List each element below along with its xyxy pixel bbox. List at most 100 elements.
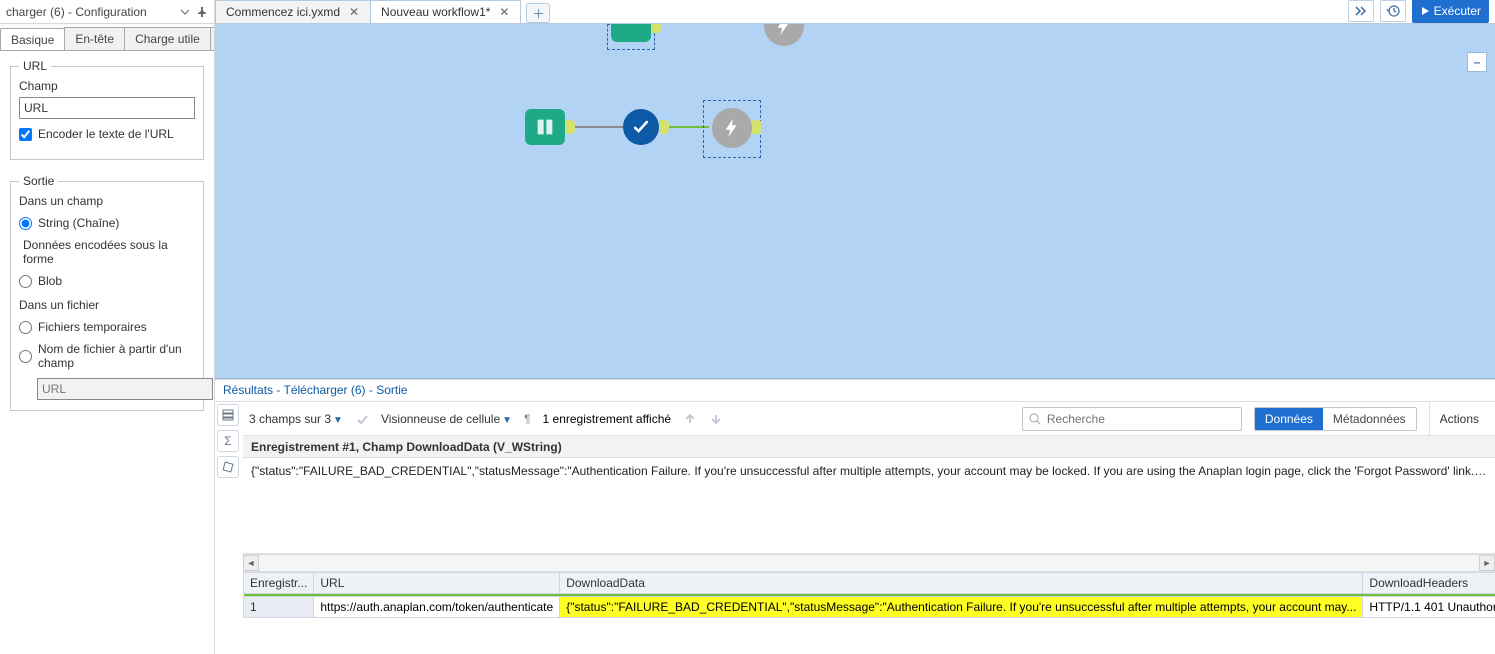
anchor-out[interactable] xyxy=(752,120,762,134)
tab-charge-utile[interactable]: Charge utile xyxy=(124,27,211,50)
results-search[interactable] xyxy=(1022,407,1242,431)
play-icon xyxy=(1420,6,1430,16)
col-downloadheaders[interactable]: DownloadHeaders xyxy=(1363,572,1495,593)
run-button[interactable]: Exécuter xyxy=(1412,0,1489,23)
shape-icon[interactable] xyxy=(217,456,239,478)
to-field-label: Dans un champ xyxy=(19,194,195,208)
configuration-panel: charger (6) - Configuration Basique En-t… xyxy=(0,0,215,654)
cell-viewer[interactable]: Visionneuse de cellule▼ xyxy=(381,412,512,426)
tab-entete[interactable]: En-tête xyxy=(64,27,125,50)
scroll-left-icon[interactable]: ◄ xyxy=(243,555,259,571)
config-body: URL Champ Encoder le texte de l'URL Sort… xyxy=(0,51,214,435)
results-title-anchor: Sortie xyxy=(376,383,407,397)
close-icon[interactable]: ✕ xyxy=(498,6,510,18)
tool-input-top[interactable] xyxy=(611,24,651,42)
arrow-up-icon[interactable] xyxy=(683,412,697,426)
radio-string-row[interactable]: String (Chaîne) xyxy=(19,216,195,230)
url-field-label: Champ xyxy=(19,79,195,93)
results-search-input[interactable] xyxy=(1047,412,1235,426)
collapse-button[interactable]: – xyxy=(1467,52,1487,72)
radio-blob[interactable] xyxy=(19,275,32,288)
seg-metadata[interactable]: Métadonnées xyxy=(1323,408,1416,430)
connector xyxy=(575,126,623,128)
encode-url-row[interactable]: Encoder le texte de l'URL xyxy=(19,127,195,141)
close-icon[interactable]: ✕ xyxy=(348,6,360,18)
record-body: {"status":"FAILURE_BAD_CREDENTIAL","stat… xyxy=(243,458,1495,554)
anchor-out[interactable] xyxy=(565,120,575,134)
radio-temp-row[interactable]: Fichiers temporaires xyxy=(19,320,195,334)
fields-count[interactable]: 3 champs sur 3▼ xyxy=(249,412,343,426)
doctab-nouveau-workflow[interactable]: Nouveau workflow1* ✕ xyxy=(370,0,521,23)
radio-temp-label: Fichiers temporaires xyxy=(38,320,147,334)
seg-data[interactable]: Données xyxy=(1255,408,1323,430)
workflow-canvas[interactable]: – xyxy=(215,24,1495,379)
results-title: Résultats - Télécharger (6) - Sortie xyxy=(215,380,1495,402)
col-url[interactable]: URL xyxy=(314,572,560,593)
radio-string[interactable] xyxy=(19,217,32,230)
tab-basique[interactable]: Basique xyxy=(0,28,65,50)
history-button[interactable] xyxy=(1380,0,1406,22)
run-button-label: Exécuter xyxy=(1434,4,1481,18)
url-field-input[interactable] xyxy=(19,97,195,119)
work-area: Commencez ici.yxmd ✕ Nouveau workflow1* … xyxy=(215,0,1495,654)
url-legend: URL xyxy=(19,59,51,73)
results-toolbar: 3 champs sur 3▼ Visionneuse de cellule▼ … xyxy=(243,402,1495,436)
lightning-icon xyxy=(773,24,795,37)
filename-field-input xyxy=(37,378,213,400)
history-icon xyxy=(1386,4,1400,18)
col-record[interactable]: Enregistr... xyxy=(244,572,314,593)
new-tab-button[interactable]: ＋ xyxy=(526,3,550,23)
tab-connexion[interactable]: Connexion xyxy=(210,27,214,50)
check-icon xyxy=(631,117,651,137)
tool-select[interactable] xyxy=(623,109,659,145)
tool-download-top[interactable] xyxy=(764,24,804,46)
check-icon xyxy=(355,412,369,426)
output-legend: Sortie xyxy=(19,174,58,188)
actions-menu[interactable]: Actions xyxy=(1429,402,1489,436)
radio-blob-label: Blob xyxy=(38,274,62,288)
data-meta-segment: Données Métadonnées xyxy=(1254,407,1417,431)
radio-filename-label: Nom de fichier à partir d'un champ xyxy=(38,342,195,370)
table-row[interactable]: 1 https://auth.anaplan.com/token/authent… xyxy=(244,596,1495,617)
grid-header-row: Enregistr... URL DownloadData DownloadHe… xyxy=(244,572,1495,593)
tool-download-selected[interactable] xyxy=(712,108,752,148)
doctab-label: Nouveau workflow1* xyxy=(381,5,490,19)
results-side-icons: Σ xyxy=(215,402,241,654)
results-panel: Résultats - Télécharger (6) - Sortie Σ 3… xyxy=(215,379,1495,654)
anchor-out[interactable] xyxy=(651,24,661,33)
tool-text-input[interactable] xyxy=(525,109,565,145)
radio-filename[interactable] xyxy=(19,350,32,363)
chevron-down-icon[interactable] xyxy=(180,7,190,17)
overflow-button[interactable] xyxy=(1348,0,1374,22)
radio-blob-row[interactable]: Blob xyxy=(19,274,195,288)
pin-icon[interactable] xyxy=(196,6,208,18)
col-downloaddata[interactable]: DownloadData xyxy=(560,572,1363,593)
record-value[interactable]: {"status":"FAILURE_BAD_CREDENTIAL","stat… xyxy=(251,464,1487,478)
horizontal-scrollbar[interactable]: ◄ ► xyxy=(243,554,1495,572)
rows-icon[interactable] xyxy=(217,404,239,426)
doctab-commencez-ici[interactable]: Commencez ici.yxmd ✕ xyxy=(215,0,371,23)
cell-downloaddata[interactable]: {"status":"FAILURE_BAD_CREDENTIAL","stat… xyxy=(560,596,1363,617)
radio-temp[interactable] xyxy=(19,321,32,334)
chevrons-right-icon xyxy=(1354,5,1368,17)
paragraph-icon[interactable]: ¶ xyxy=(524,412,530,426)
cell-downloadheaders[interactable]: HTTP/1.1 401 Unauthorized xyxy=(1363,596,1495,617)
anchor-out[interactable] xyxy=(659,120,669,134)
config-tabs: Basique En-tête Charge utile Connexion xyxy=(0,24,214,51)
search-icon xyxy=(1029,413,1041,425)
radio-filename-row[interactable]: Nom de fichier à partir d'un champ xyxy=(19,342,195,370)
apply-icon[interactable] xyxy=(355,412,369,426)
record-header: Enregistrement #1, Champ DownloadData (V… xyxy=(243,436,1495,458)
arrow-down-icon[interactable] xyxy=(709,412,723,426)
results-title-tool: Télécharger (6) xyxy=(284,383,366,397)
url-fieldset: URL Champ Encoder le texte de l'URL xyxy=(10,59,204,160)
radio-string-label: String (Chaîne) xyxy=(38,216,119,230)
scroll-right-icon[interactable]: ► xyxy=(1479,555,1495,571)
config-panel-title-bar: charger (6) - Configuration xyxy=(0,0,214,24)
results-grid[interactable]: Enregistr... URL DownloadData DownloadHe… xyxy=(243,572,1495,654)
sigma-icon[interactable]: Σ xyxy=(217,430,239,452)
document-tabbar: Commencez ici.yxmd ✕ Nouveau workflow1* … xyxy=(215,0,1495,24)
encode-url-checkbox[interactable] xyxy=(19,128,32,141)
cell-url[interactable]: https://auth.anaplan.com/token/authentic… xyxy=(314,596,560,617)
lightning-icon xyxy=(721,117,743,139)
